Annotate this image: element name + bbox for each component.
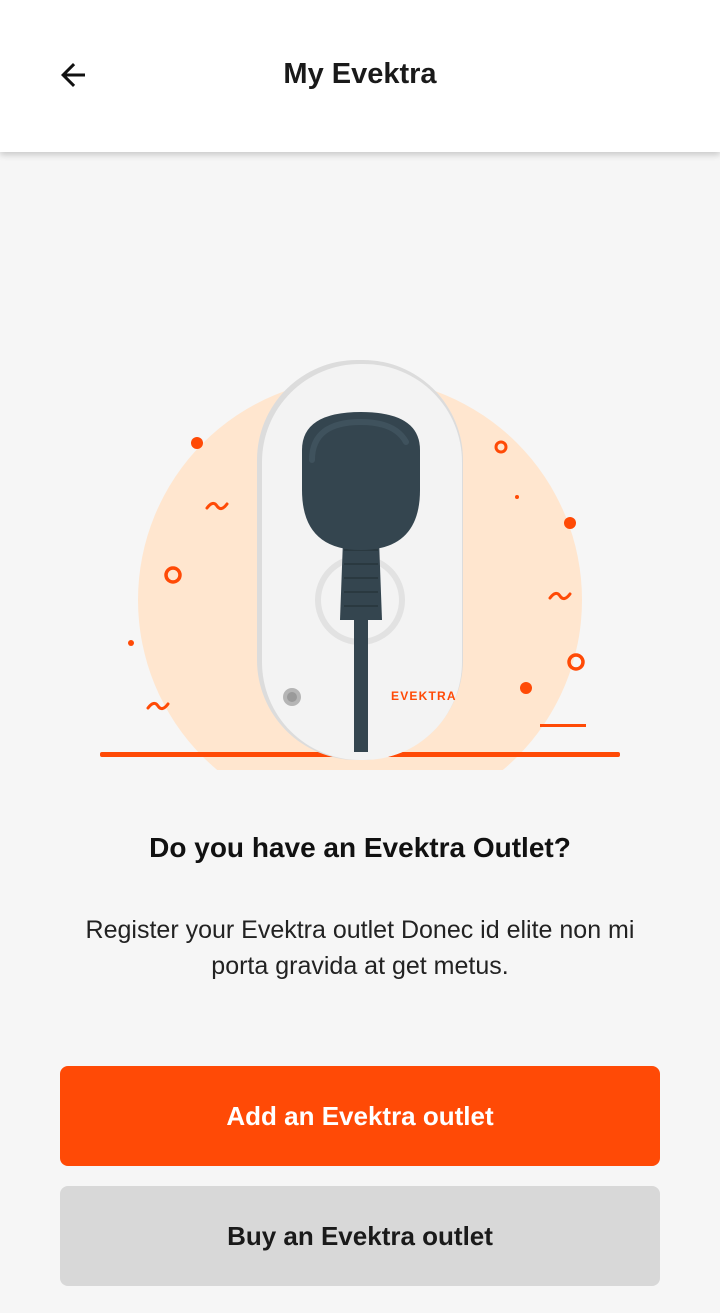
outlet-illustration: EVEKTRA xyxy=(100,360,620,770)
prompt-heading: Do you have an Evektra Outlet? xyxy=(149,832,571,863)
prompt-description: Register your Evektra outlet Donec id el… xyxy=(85,916,635,980)
add-outlet-button[interactable]: Add an Evektra outlet xyxy=(60,1066,660,1166)
buy-outlet-button[interactable]: Buy an Evektra outlet xyxy=(60,1186,660,1286)
page-title: My Evektra xyxy=(283,58,437,90)
top-app-bar: My Evektra xyxy=(0,0,720,152)
brand-label: EVEKTRA xyxy=(391,689,457,703)
